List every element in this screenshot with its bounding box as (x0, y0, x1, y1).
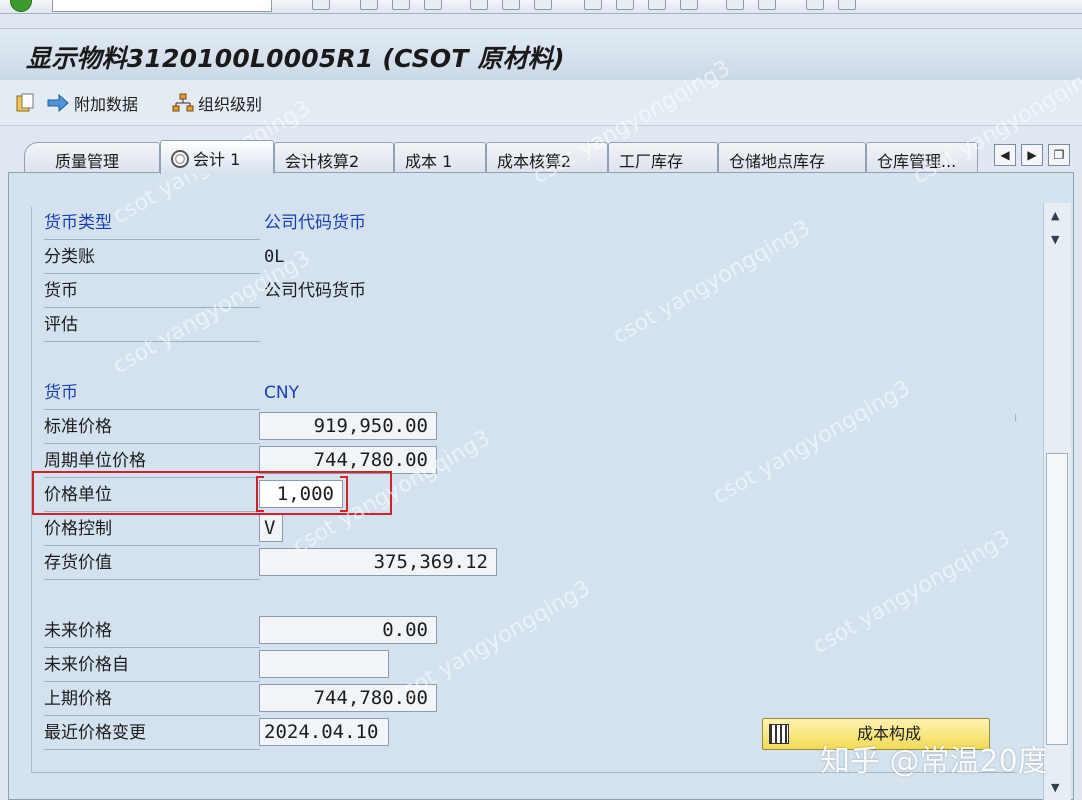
zhihu-watermark: 知乎 @常温20度 (820, 744, 1048, 779)
tab-list-icon: ❐ (1053, 148, 1065, 162)
cost-structure-icon (769, 724, 789, 744)
vertical-scrollbar[interactable]: ▲ ▼ ▼ (1043, 203, 1071, 800)
future-price-field[interactable]: 0.00 (259, 616, 437, 644)
tab-label: 仓库管理... (877, 152, 957, 171)
tab-accounting-1[interactable]: 会计 1 (160, 140, 274, 174)
selection-bracket-right (340, 476, 348, 512)
print-icon[interactable] (470, 0, 488, 10)
selection-bracket-left (256, 476, 264, 512)
last-price-change-label: 最近价格变更 (44, 718, 260, 750)
standard-price-field[interactable]: 919,950.00 (259, 412, 437, 440)
new-session-icon[interactable] (726, 0, 744, 10)
currency2-value: CNY (264, 383, 299, 403)
org-levels-label: 组织级别 (198, 95, 263, 114)
first-page-icon[interactable] (584, 0, 602, 10)
tab-label: 会计核算2 (285, 152, 360, 171)
periodic-unit-price-field[interactable]: 744,780.00 (259, 446, 437, 474)
system-toolbar (0, 0, 1082, 14)
ledger-label: 分类账 (44, 242, 260, 274)
splitter-grip[interactable]: ⁞ (1014, 413, 1017, 424)
org-hierarchy-icon (172, 93, 194, 112)
page-title: 显示物料3120100L0005R1 (CSOT 原材料) (26, 44, 565, 73)
tab-strip: 质量管理 会计 1 会计核算2 成本 1 成本核算2 工厂库存 仓储地点库存 仓… (0, 138, 1082, 174)
inventory-value-label: 存货价值 (44, 548, 260, 580)
scroll-up-icon[interactable]: ▲ (1051, 209, 1059, 222)
currency-label: 货币 (44, 276, 260, 308)
tab-label: 仓储地点库存 (729, 152, 826, 171)
org-levels-button[interactable]: 组织级别 (172, 92, 262, 114)
highlight-box (32, 471, 392, 515)
triangle-left-icon: ◀ (1000, 148, 1010, 162)
tab-scroll-right-button[interactable]: ▶ (1021, 144, 1043, 166)
tab-label: 成本核算2 (497, 152, 572, 171)
previous-price-label: 上期价格 (44, 684, 260, 716)
additional-data-label: 附加数据 (74, 95, 139, 114)
find-icon[interactable] (502, 0, 520, 10)
currency2-label: 货币 (44, 378, 260, 410)
tab-label: 工厂库存 (619, 152, 684, 171)
previous-price-field[interactable]: 744,780.00 (259, 684, 437, 712)
help-icon[interactable] (806, 0, 824, 10)
tab-scroll-left-button[interactable]: ◀ (994, 144, 1016, 166)
save-icon[interactable] (312, 0, 330, 10)
title-bar: 显示物料3120100L0005R1 (CSOT 原材料) (0, 28, 1082, 80)
triangle-right-icon: ▶ (1027, 148, 1037, 162)
currency-value: 公司代码货币 (264, 281, 366, 301)
future-price-from-field[interactable] (259, 650, 389, 678)
tab-label: 会计 1 (193, 150, 241, 169)
valuation-label: 评估 (44, 310, 260, 342)
price-control-label: 价格控制 (44, 514, 260, 546)
scroll-down-icon[interactable]: ▼ (1051, 233, 1059, 246)
tab-list-button[interactable]: ❐ (1048, 144, 1070, 166)
additional-data-button[interactable]: 附加数据 (46, 92, 138, 114)
tab-costing-2[interactable]: 成本核算2 (486, 142, 608, 172)
clipboard-icon (16, 93, 34, 112)
inventory-value-field[interactable]: 375,369.12 (259, 548, 497, 576)
back-icon[interactable] (360, 0, 378, 10)
last-price-change-field[interactable]: 2024.04.10 (259, 718, 389, 746)
tab-costing-1[interactable]: 成本 1 (394, 142, 486, 172)
previous-page-icon[interactable] (616, 0, 634, 10)
cancel-icon[interactable] (424, 0, 442, 10)
tab-quality-management[interactable]: 质量管理 (24, 142, 160, 172)
price-control-field[interactable]: V (259, 514, 283, 542)
find-next-icon[interactable] (534, 0, 552, 10)
layout-icon[interactable] (838, 0, 856, 10)
copy-button[interactable] (14, 92, 40, 114)
scroll-thumb[interactable] (1046, 453, 1068, 745)
currency-type-value: 公司代码货币 (264, 213, 366, 233)
application-toolbar: 附加数据 组织级别 (0, 80, 1082, 126)
next-page-icon[interactable] (648, 0, 666, 10)
tab-warehouse-management[interactable]: 仓库管理... (866, 142, 978, 172)
last-page-icon[interactable] (680, 0, 698, 10)
tab-label: 成本 1 (405, 152, 453, 171)
future-price-from-label: 未来价格自 (44, 650, 260, 682)
exit-icon[interactable] (392, 0, 410, 10)
currency-type-label: 货币类型 (44, 208, 260, 240)
future-price-label: 未来价格 (44, 616, 260, 648)
selected-tab-icon (171, 150, 189, 168)
tab-storage-location-stock[interactable]: 仓储地点库存 (718, 142, 866, 172)
scroll-bottom-icon[interactable]: ▼ (1051, 781, 1059, 794)
tab-plant-stock[interactable]: 工厂库存 (608, 142, 718, 172)
ledger-value: 0L (264, 247, 285, 267)
arrow-right-icon (47, 93, 69, 113)
command-field[interactable] (52, 0, 272, 12)
shortcut-icon[interactable] (758, 0, 776, 10)
standard-price-label: 标准价格 (44, 412, 260, 444)
tab-accounting-2[interactable]: 会计核算2 (274, 142, 394, 172)
enter-icon[interactable] (10, 0, 32, 12)
tab-label: 质量管理 (55, 152, 120, 171)
